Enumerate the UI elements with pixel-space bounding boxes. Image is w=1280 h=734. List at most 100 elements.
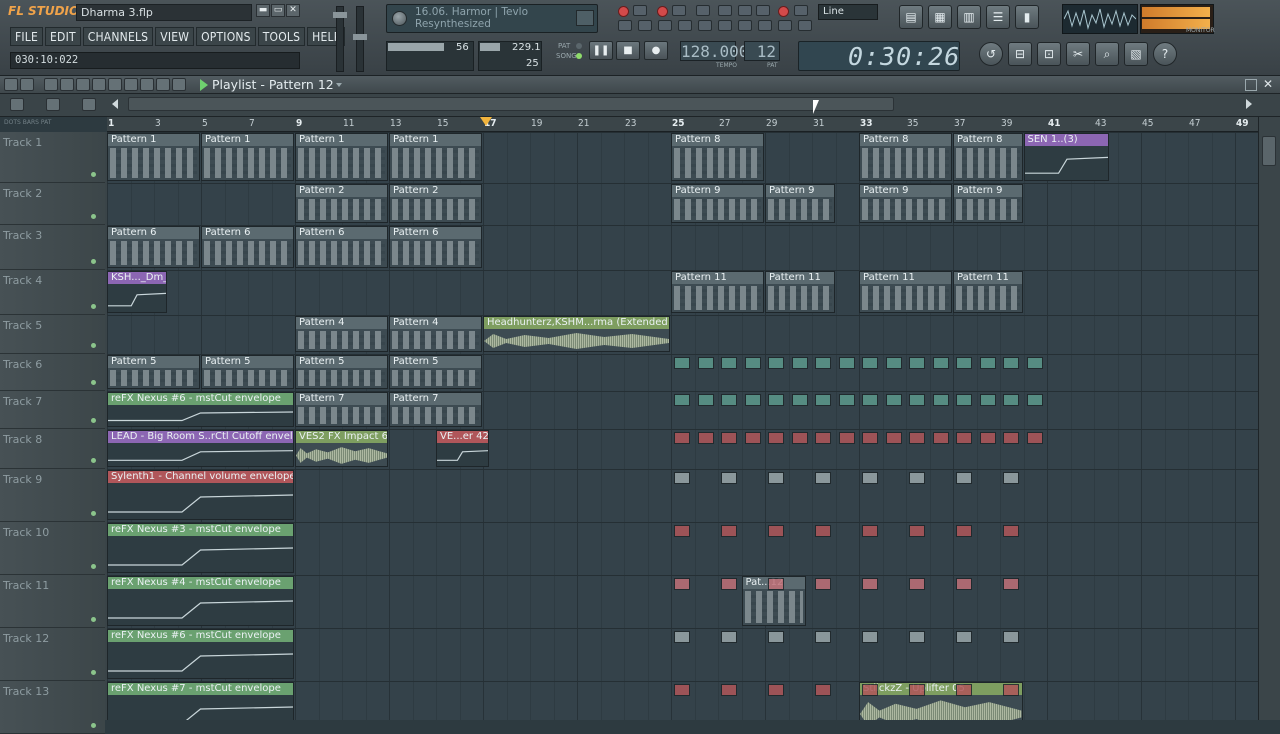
playlist-clip-small[interactable]	[885, 394, 902, 406]
typing-keyboard-icon[interactable]	[633, 5, 647, 16]
track-mute-led[interactable]	[91, 259, 96, 264]
playlist-clip-small[interactable]	[979, 357, 996, 369]
count-icon[interactable]	[698, 20, 712, 31]
playlist-clip-small[interactable]	[956, 525, 973, 537]
playlist-clip-small[interactable]	[932, 394, 949, 406]
playlist-clip[interactable]: StiickzZ - Uplifter 05	[859, 682, 1023, 720]
playlist-clip-small[interactable]	[768, 684, 785, 696]
playlist-clip[interactable]: Pattern 5	[201, 355, 294, 389]
track-header[interactable]: Track 10	[0, 522, 105, 575]
playlist-clip-small[interactable]	[815, 684, 832, 696]
playlist-clip-small[interactable]	[697, 394, 714, 406]
playlist-clip[interactable]: Pattern 1	[107, 133, 200, 181]
track-header[interactable]: Track 5	[0, 315, 105, 354]
pattern-number-display[interactable]: 12	[744, 41, 780, 61]
pattern-picker-icon[interactable]	[82, 98, 96, 111]
master-volume-handle[interactable]	[333, 12, 347, 18]
playlist-clip-small[interactable]	[1003, 525, 1020, 537]
countdown-icon[interactable]	[672, 5, 686, 16]
vertical-scrollbar[interactable]	[1258, 117, 1280, 720]
track-header[interactable]: Track 11	[0, 575, 105, 628]
playlist-clip-small[interactable]	[768, 525, 785, 537]
track-mute-led[interactable]	[91, 172, 96, 177]
playlist-clip[interactable]: Pattern 1	[295, 133, 388, 181]
magnet-icon[interactable]	[20, 78, 34, 91]
playlist-clip-small[interactable]	[721, 394, 738, 406]
playlist-clip-small[interactable]	[956, 684, 973, 696]
playlist-clip-small[interactable]	[815, 578, 832, 590]
wait-input-icon[interactable]	[756, 5, 770, 16]
track-mute-led[interactable]	[91, 418, 96, 423]
maximize-button[interactable]: ▭	[271, 4, 285, 17]
playlist-clip[interactable]: Pattern 6	[201, 226, 294, 268]
render-icon[interactable]: ⊡	[1037, 42, 1061, 66]
playlist-clip-small[interactable]	[862, 631, 879, 643]
save-icon[interactable]: ⊟	[1008, 42, 1032, 66]
close-button[interactable]: ✕	[286, 4, 300, 17]
playlist-clip-small[interactable]	[932, 432, 949, 444]
snap-selector[interactable]: Line	[818, 4, 878, 20]
playlist-clip-small[interactable]	[1003, 394, 1020, 406]
playlist-clip-small[interactable]	[768, 357, 785, 369]
tempo-display[interactable]: 128.000	[680, 41, 748, 61]
track-header[interactable]: Track 7	[0, 391, 105, 429]
playlist-clip-small[interactable]	[768, 631, 785, 643]
playlist-clip[interactable]: reFX Nexus #3 - mstCut envelope	[107, 523, 294, 573]
mute-tool-icon[interactable]	[92, 78, 106, 91]
playlist-clip-small[interactable]	[815, 525, 832, 537]
playlist-clip-small[interactable]	[1026, 394, 1043, 406]
playlist-clip-small[interactable]	[838, 357, 855, 369]
undo-icon[interactable]: ↺	[979, 42, 1003, 66]
menu-file[interactable]: FILE	[10, 27, 44, 46]
zoom-tool-icon[interactable]	[156, 78, 170, 91]
horizontal-scrollbar[interactable]	[128, 97, 894, 111]
playlist-clip-small[interactable]	[721, 684, 738, 696]
step-record-icon[interactable]	[657, 6, 668, 17]
wait-icon[interactable]	[678, 20, 692, 31]
playlist-clip-small[interactable]	[885, 432, 902, 444]
playlist-clip[interactable]: VES2 FX Impact 65	[295, 430, 388, 467]
playlist-clip-small[interactable]	[721, 631, 738, 643]
zoom-icon[interactable]: ⌕	[1095, 42, 1119, 66]
minimize-button[interactable]: ▬	[256, 4, 270, 17]
playlist-clip-small[interactable]	[744, 357, 761, 369]
playlist-clip-small[interactable]	[721, 578, 738, 590]
playlist-clip-small[interactable]	[721, 357, 738, 369]
playlist-clip[interactable]: Pattern 1	[201, 133, 294, 181]
track-header[interactable]: Track 2	[0, 183, 105, 225]
playlist-clip[interactable]: VE...er 42	[436, 430, 490, 467]
vertical-scroll-thumb[interactable]	[1262, 136, 1276, 166]
playlist-clip-small[interactable]	[815, 432, 832, 444]
playlist-clip[interactable]: Sylenth1 - Channel volume envelope	[107, 470, 294, 520]
playlist-clip-small[interactable]	[697, 357, 714, 369]
step-sequencer-icon[interactable]: ▦	[928, 5, 952, 29]
menu-channels[interactable]: CHANNELS	[82, 27, 154, 46]
playlist-clip[interactable]: Pattern 9	[859, 184, 952, 223]
delete-tool-icon[interactable]	[76, 78, 90, 91]
stop-button[interactable]: ■	[616, 41, 640, 60]
track-mute-led[interactable]	[91, 380, 96, 385]
playlist-menu-icon[interactable]	[4, 78, 18, 91]
playlist-title[interactable]: Playlist - Pattern 12	[212, 77, 334, 92]
draw-tool-icon[interactable]	[44, 78, 58, 91]
loop-icon[interactable]	[758, 20, 772, 31]
track-mute-led[interactable]	[91, 723, 96, 728]
playlist-clip-small[interactable]	[862, 684, 879, 696]
playlist-clip[interactable]: Pattern 4	[295, 316, 388, 352]
playlist-clip[interactable]: Headhunterz,KSHM...rma (Extended Mix)	[483, 316, 670, 352]
menu-edit[interactable]: EDIT	[45, 27, 81, 46]
note-icon[interactable]	[738, 20, 752, 31]
playlist-clip[interactable]: Pattern 11	[765, 271, 835, 313]
playlist-clip-small[interactable]	[721, 472, 738, 484]
playlist-clip-small[interactable]	[815, 472, 832, 484]
playlist-clip-small[interactable]	[1026, 432, 1043, 444]
playlist-clip-small[interactable]	[791, 357, 808, 369]
playlist-clip-small[interactable]	[956, 357, 973, 369]
playlist-clip-small[interactable]	[674, 394, 691, 406]
track-menu-icon[interactable]	[10, 98, 24, 111]
help-icon[interactable]: ?	[1153, 42, 1177, 66]
overdub-icon[interactable]	[658, 20, 672, 31]
playlist-clip[interactable]: Pattern 8	[671, 133, 764, 181]
playlist-clip-small[interactable]	[674, 432, 691, 444]
track-mute-led[interactable]	[91, 343, 96, 348]
